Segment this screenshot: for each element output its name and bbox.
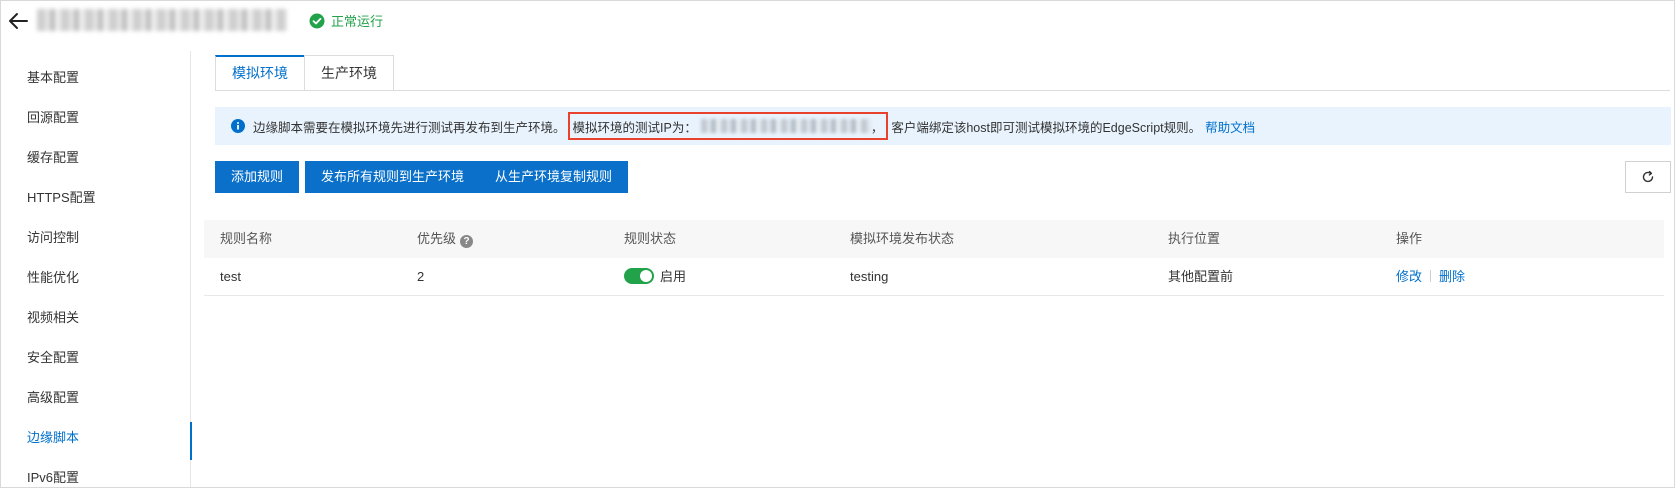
back-arrow-icon[interactable] <box>7 11 29 31</box>
sidebar: 基本配置 回源配置 缓存配置 HTTPS配置 访问控制 性能优化 视频相关 安全… <box>1 51 192 487</box>
question-circle-icon[interactable]: ? <box>460 235 474 248</box>
app-frame: 正常运行 基本配置 回源配置 缓存配置 HTTPS配置 访问控制 性能优化 视频… <box>0 0 1675 488</box>
sidebar-item-video[interactable]: 视频相关 <box>1 298 191 338</box>
sidebar-item-label: 缓存配置 <box>27 150 80 165</box>
rule-publish-status: testing <box>850 269 889 284</box>
action-separator <box>1430 270 1432 282</box>
col-header-actions: 操作 <box>1396 231 1423 246</box>
sidebar-item-label: HTTPS配置 <box>27 190 96 205</box>
sidebar-item-cache[interactable]: 缓存配置 <box>1 138 191 178</box>
delete-rule-link[interactable]: 删除 <box>1439 269 1465 284</box>
col-header-priority-label: 优先级 <box>417 231 457 246</box>
sidebar-item-label: 回源配置 <box>27 110 80 125</box>
domain-name-redacted <box>37 9 287 31</box>
add-rule-button[interactable]: 添加规则 <box>215 161 300 193</box>
sidebar-item-https[interactable]: HTTPS配置 <box>1 178 191 218</box>
sidebar-item-label: 访问控制 <box>27 230 80 245</box>
rule-position: 其他配置前 <box>1168 269 1234 284</box>
refresh-icon <box>1642 170 1654 183</box>
col-header-publish-status: 模拟环境发布状态 <box>850 231 955 246</box>
sidebar-item-label: 性能优化 <box>27 270 80 285</box>
test-ip-redacted <box>700 119 871 133</box>
publish-all-button[interactable]: 发布所有规则到生产环境 <box>305 161 481 193</box>
col-header-position: 执行位置 <box>1168 231 1221 246</box>
sidebar-item-label: 边缘脚本 <box>27 430 80 445</box>
test-ip-highlight: 模拟环境的测试IP为： ， <box>567 112 889 140</box>
col-header-status: 规则状态 <box>624 231 677 246</box>
env-tabs: 模拟环境 生产环境 <box>215 55 394 91</box>
test-ip-suffix: ， <box>870 120 884 135</box>
sidebar-item-access-control[interactable]: 访问控制 <box>1 218 191 258</box>
sidebar-item-label: 高级配置 <box>27 390 80 405</box>
sidebar-item-performance[interactable]: 性能优化 <box>1 258 191 298</box>
rule-actions: 修改 删除 <box>1396 258 1465 296</box>
table-row: test 2 启用 testing 其他配置前 修改 删除 <box>204 258 1664 296</box>
info-banner: 边缘脚本需要在模拟环境先进行测试再发布到生产环境。 模拟环境的测试IP为： ， … <box>215 107 1671 145</box>
copy-from-prod-button[interactable]: 从生产环境复制规则 <box>479 161 629 193</box>
tabs-divider <box>215 90 1670 91</box>
info-icon <box>231 119 245 133</box>
tab-simulation[interactable]: 模拟环境 <box>215 55 305 91</box>
rule-status-label: 启用 <box>660 269 687 284</box>
sidebar-item-label: IPv6配置 <box>27 470 80 485</box>
refresh-button[interactable] <box>1625 161 1671 193</box>
sidebar-item-ipv6[interactable]: IPv6配置 <box>1 458 191 487</box>
tab-production[interactable]: 生产环境 <box>304 55 394 91</box>
sidebar-item-origin[interactable]: 回源配置 <box>1 98 191 138</box>
help-doc-link[interactable]: 帮助文档 <box>1205 117 1255 136</box>
rule-priority: 2 <box>417 269 425 284</box>
rule-status: 启用 <box>624 258 686 296</box>
test-ip-label: 模拟环境的测试IP为： <box>572 120 697 135</box>
table-header: 规则名称 优先级? 规则状态 模拟环境发布状态 执行位置 操作 <box>204 220 1664 258</box>
info-text-suffix: 客户端绑定该host即可测试模拟环境的EdgeScript规则。 <box>891 120 1202 135</box>
sidebar-item-advanced[interactable]: 高级配置 <box>1 378 191 418</box>
info-text-prefix: 边缘脚本需要在模拟环境先进行测试再发布到生产环境。 <box>253 120 566 135</box>
col-header-name: 规则名称 <box>220 231 273 246</box>
rule-name: test <box>220 269 241 284</box>
sidebar-item-basic[interactable]: 基本配置 <box>1 58 191 98</box>
check-circle-icon <box>309 13 325 28</box>
status-text: 正常运行 <box>331 14 384 29</box>
rule-status-toggle[interactable] <box>624 268 654 284</box>
status-badge: 正常运行 <box>309 11 383 30</box>
sidebar-item-label: 视频相关 <box>27 310 80 325</box>
edit-rule-link[interactable]: 修改 <box>1396 269 1422 284</box>
page-header: 正常运行 <box>1 1 1674 41</box>
col-header-priority: 优先级? <box>417 220 474 258</box>
sidebar-item-security[interactable]: 安全配置 <box>1 338 191 378</box>
sidebar-item-label: 基本配置 <box>27 70 80 85</box>
sidebar-item-edge-script[interactable]: 边缘脚本 <box>1 418 192 460</box>
rules-table: 规则名称 优先级? 规则状态 模拟环境发布状态 执行位置 操作 test 2 启… <box>204 220 1664 296</box>
sidebar-item-label: 安全配置 <box>27 350 80 365</box>
